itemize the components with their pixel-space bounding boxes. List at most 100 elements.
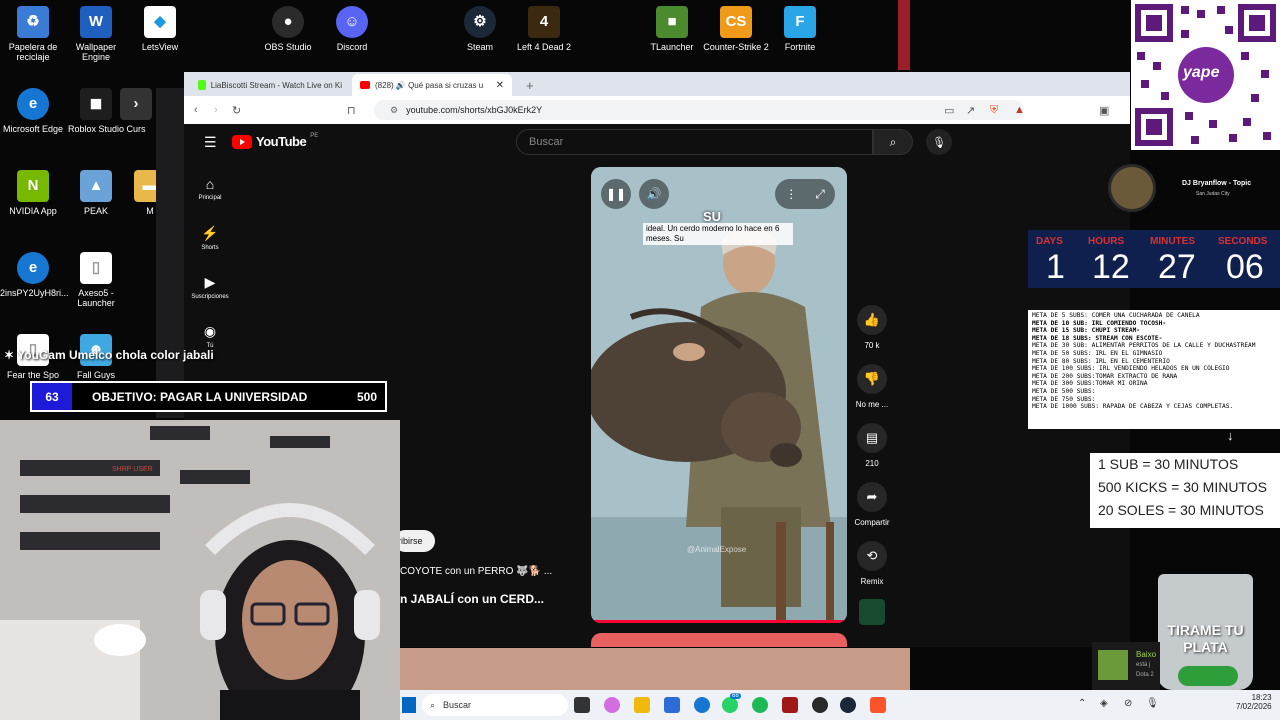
share-icon: ➦ bbox=[857, 482, 887, 512]
nav-subscriptions[interactable]: ▶ Suscripciones bbox=[190, 274, 230, 300]
game-notification[interactable]: Baixo está j Dota 2 bbox=[1092, 642, 1160, 690]
whatsapp-icon[interactable] bbox=[722, 697, 738, 713]
desktop-icon-recycle-bin[interactable]: ♻ Papelera de reciclaje bbox=[0, 6, 66, 62]
steam-taskbar-icon[interactable] bbox=[840, 697, 856, 713]
desktop-icon-obs[interactable]: ● OBS Studio bbox=[255, 6, 321, 52]
youtube-logo[interactable]: YouTube PE bbox=[232, 133, 318, 149]
meta-goal-item: META DE 500 SUBS: bbox=[1032, 387, 1096, 395]
alert-icon: ✶ bbox=[4, 348, 18, 362]
subscribe-button[interactable]: ribirse bbox=[394, 530, 435, 552]
next-short-preview[interactable] bbox=[591, 633, 847, 647]
wallpaper-accent bbox=[898, 0, 910, 70]
meta-goal-item: META DE 1000 SUBS: RAPADA DE CABEZA Y CE… bbox=[1032, 403, 1234, 411]
clock[interactable]: 18:23 7/02/2026 bbox=[1236, 693, 1272, 711]
notification-title: Baixo bbox=[1136, 650, 1157, 659]
menu-icon[interactable]: ☰ bbox=[204, 134, 217, 151]
suggested-short-title[interactable]: COYOTE con un PERRO 🐺🐕 ... bbox=[400, 566, 552, 577]
alert-text: YouGam Umelco chola color jabali bbox=[17, 348, 214, 362]
pause-button[interactable]: ❚❚ bbox=[601, 179, 631, 209]
channel-avatar[interactable] bbox=[859, 599, 885, 625]
desktop-icon-cs2[interactable]: CS Counter-Strike 2 bbox=[703, 6, 769, 52]
close-tab-icon[interactable]: ✕ bbox=[496, 80, 504, 91]
brave-rewards-icon[interactable]: ▲ bbox=[1014, 104, 1025, 116]
voice-search-button[interactable]: 🎙 bbox=[926, 129, 952, 155]
more-options-icon[interactable]: ⋮ bbox=[785, 187, 797, 201]
reload-icon[interactable]: ↻ bbox=[232, 104, 241, 117]
dota-icon[interactable] bbox=[782, 697, 798, 713]
brave-icon[interactable] bbox=[870, 697, 886, 713]
bookmark-icon[interactable]: ⊓ bbox=[347, 104, 356, 117]
desktop-icon-edge-shortcut[interactable]: e 2insPY2UyH8ri... bbox=[0, 252, 69, 298]
desktop-icon-l4d2[interactable]: 4 Left 4 Dead 2 bbox=[511, 6, 577, 52]
sidebar-toggle-icon[interactable]: ▣ bbox=[1099, 104, 1109, 117]
desktop-icon-axeso5[interactable]: ▯ Axeso5 - Launcher bbox=[63, 252, 129, 308]
goal-current: 63 bbox=[32, 383, 72, 410]
desktop-icon-cursor[interactable]: › Curs bbox=[116, 88, 156, 134]
second-webcam-strip bbox=[400, 648, 910, 690]
cast-icon[interactable]: ▭ bbox=[944, 104, 954, 117]
peak-icon: ▲ bbox=[80, 170, 112, 202]
vpn-icon[interactable]: ⊘ bbox=[1124, 698, 1132, 709]
site-info-icon[interactable]: ⚙ bbox=[390, 105, 398, 116]
desktop-icon-letsview[interactable]: ◆ LetsView bbox=[127, 6, 193, 52]
new-tab-button[interactable]: + bbox=[518, 74, 542, 96]
roblox-icon: ◼ bbox=[80, 88, 112, 120]
share-button[interactable]: ➦ Compartir bbox=[834, 482, 910, 527]
mic-tray-icon[interactable]: 🎙 bbox=[1146, 698, 1159, 709]
tab-youtube-short[interactable]: (828) 🔊 Qué pasa si cruzas u ✕ bbox=[352, 74, 512, 96]
desktop-icon-fortnite[interactable]: F Fortnite bbox=[767, 6, 833, 52]
file-explorer-icon[interactable] bbox=[634, 697, 650, 713]
copilot-icon[interactable] bbox=[604, 697, 620, 713]
desktop-icon-nvidia[interactable]: N NVIDIA App bbox=[0, 170, 66, 216]
obs-taskbar-icon[interactable] bbox=[812, 697, 828, 713]
store-icon[interactable] bbox=[664, 697, 680, 713]
start-icon[interactable] bbox=[402, 697, 416, 713]
spotify-icon[interactable] bbox=[752, 697, 768, 713]
task-view-icon[interactable] bbox=[574, 697, 590, 713]
desktop-icon-peak[interactable]: ▲ PEAK bbox=[63, 170, 129, 216]
tlauncher-icon: ■ bbox=[656, 6, 688, 38]
fullscreen-icon[interactable]: ⤢ bbox=[815, 187, 825, 202]
edge-icon: e bbox=[17, 252, 49, 284]
nav-you[interactable]: ◉ Tú bbox=[190, 323, 230, 349]
desktop-icon-steam[interactable]: ⚙ Steam bbox=[447, 6, 513, 52]
desktop-icon-label: M bbox=[146, 206, 154, 216]
comments-button[interactable]: ▤ 210 bbox=[834, 423, 910, 468]
cursor-icon: › bbox=[120, 88, 152, 120]
wallpaper-engine-icon: W bbox=[80, 6, 112, 38]
taskbar-search[interactable]: ⌕ Buscar bbox=[422, 694, 568, 716]
forward-icon[interactable]: › bbox=[214, 104, 218, 116]
dislike-button[interactable]: 👎 No me ... bbox=[834, 364, 910, 409]
nav-home[interactable]: ⌂ Principal bbox=[190, 176, 230, 201]
current-short-title[interactable]: n JABALÍ con un CERD... bbox=[400, 592, 544, 606]
progress-bar[interactable] bbox=[591, 620, 847, 623]
tray-chevron-icon[interactable]: ⌃ bbox=[1078, 698, 1086, 709]
back-icon[interactable]: ‹ bbox=[194, 104, 198, 116]
share-page-icon[interactable]: ↗ bbox=[966, 104, 975, 117]
caption-text: ideal. Un cerdo moderno lo hace en 6 mes… bbox=[643, 223, 793, 245]
countdown-seconds: 06 bbox=[1226, 248, 1264, 286]
edge-icon[interactable] bbox=[694, 697, 710, 713]
tab-kick-stream[interactable]: LiaBiscotti Stream - Watch Live on Ki bbox=[190, 74, 350, 96]
desktop-icon-edge[interactable]: e Microsoft Edge bbox=[0, 88, 66, 134]
desktop-icon-wallpaper-engine[interactable]: W Wallpaper Engine bbox=[63, 6, 129, 62]
brave-shield-icon[interactable]: ⛨ bbox=[990, 104, 998, 117]
desktop-icon-label: Left 4 Dead 2 bbox=[516, 42, 572, 52]
subscriptions-icon: ▶ bbox=[204, 274, 216, 290]
remix-button[interactable]: ⟲ Remix bbox=[834, 541, 910, 586]
friend-avatar bbox=[1098, 650, 1128, 680]
address-bar[interactable]: ⚙ youtube.com/shorts/xbGJ0kErk2Y bbox=[374, 100, 1024, 120]
meta-goal-item: META DE 80 SUBS: IRL EN EL CEMENTERIO bbox=[1032, 357, 1170, 365]
like-button[interactable]: 👍 70 k bbox=[834, 305, 910, 350]
desktop-icon-discord[interactable]: ☺ Discord bbox=[319, 6, 385, 52]
yape-logo-text: yape bbox=[1183, 64, 1220, 81]
meta-goal-item: META DE 50 SUBS: IRL EN EL GIMNASIO bbox=[1032, 349, 1163, 357]
desktop-icon-tlauncher[interactable]: ■ TLauncher bbox=[639, 6, 705, 52]
search-input[interactable]: Buscar bbox=[516, 129, 873, 155]
nav-shorts[interactable]: ⚡ Shorts bbox=[190, 225, 230, 251]
network-icon[interactable]: ◈ bbox=[1100, 698, 1108, 709]
volume-button[interactable]: 🔊 bbox=[639, 179, 669, 209]
short-video-player[interactable]: ❚❚ 🔊 ⋮ ⤢ SU ideal. Un cerdo moderno lo h… bbox=[591, 167, 847, 623]
search-button[interactable]: ⌕ bbox=[873, 129, 913, 155]
scroll-down-icon[interactable]: ↓ bbox=[1227, 428, 1234, 443]
